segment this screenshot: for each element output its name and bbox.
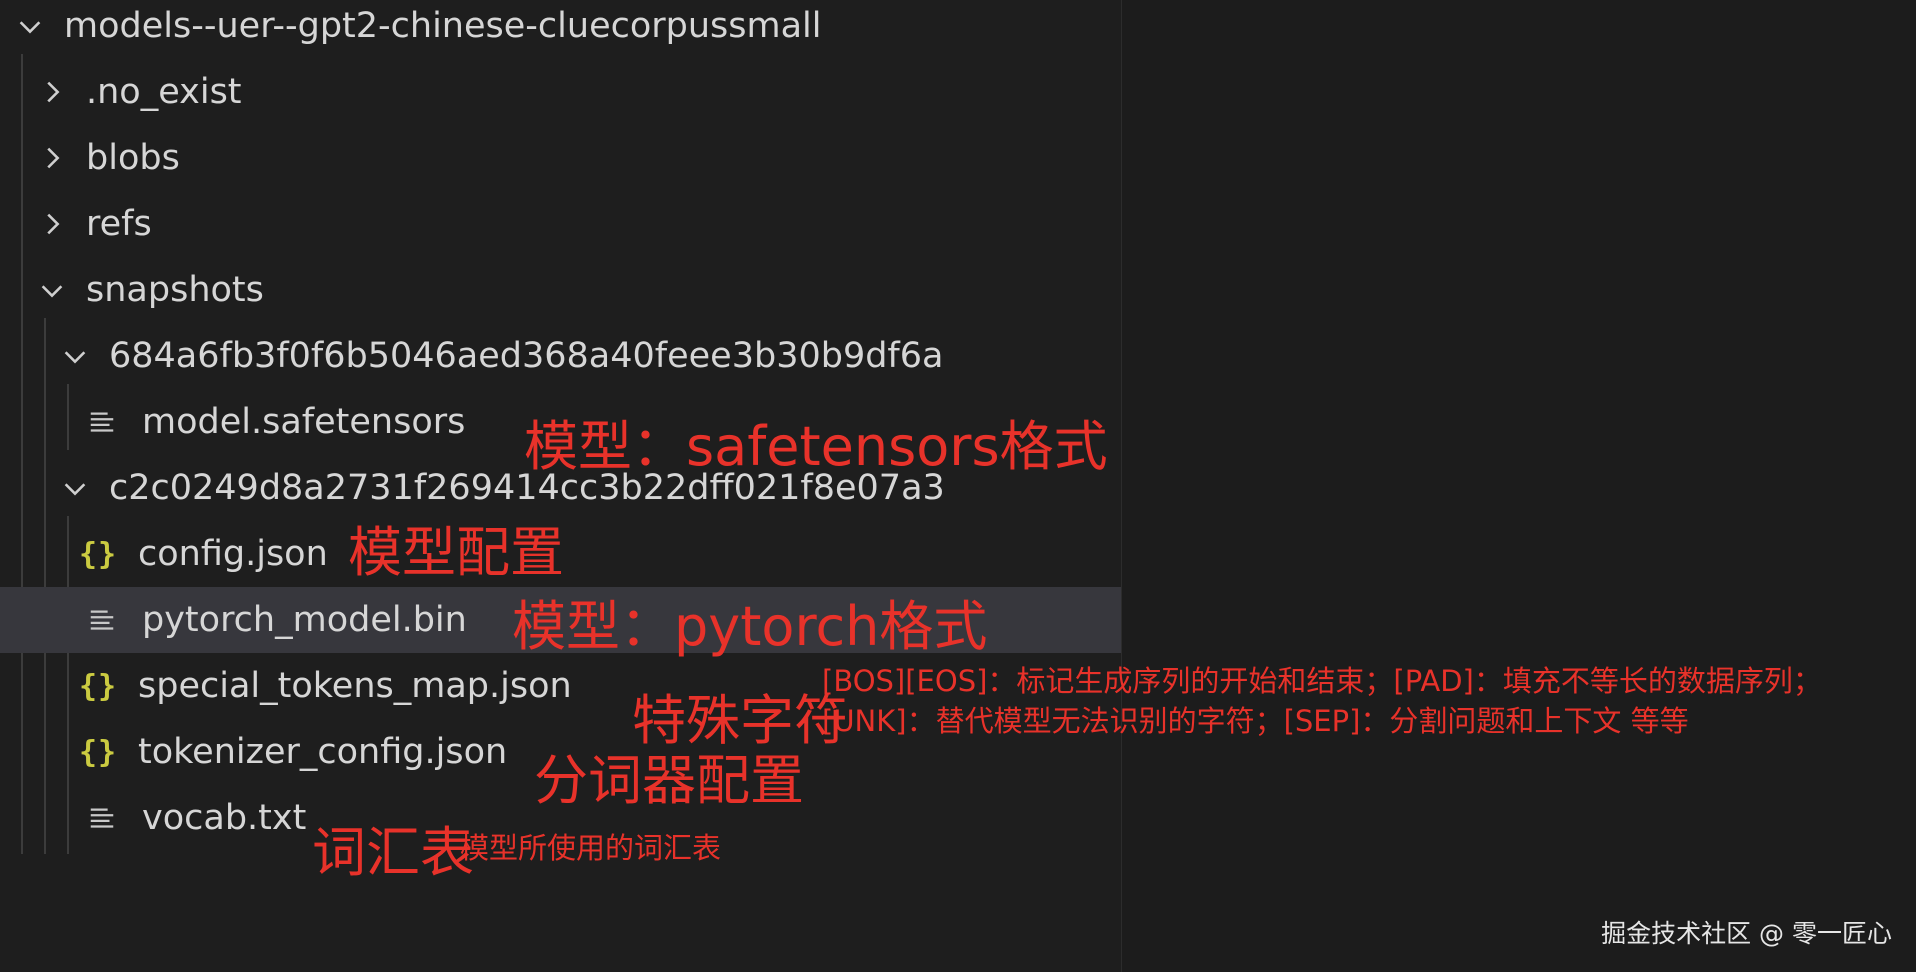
tree-folder-blobs[interactable]: blobs [0, 125, 1122, 191]
chevron-down-icon [12, 8, 48, 44]
text-file-icon [84, 800, 120, 836]
folder-label: refs [86, 204, 152, 244]
file-label: special_tokens_map.json [138, 666, 572, 706]
annotation-vocab-desc: 模型所使用的词汇表 [460, 831, 722, 865]
chevron-right-icon [34, 140, 70, 176]
json-braces-icon: {} [78, 668, 118, 704]
tree-folder-snapshot-1[interactable]: 684a6fb3f0f6b5046aed368a40feee3b30b9df6a [0, 323, 1122, 389]
chevron-right-icon [34, 206, 70, 242]
json-braces-icon: {} [78, 734, 118, 770]
folder-label: snapshots [86, 270, 264, 310]
editor-area [1122, 0, 1916, 972]
file-label: config.json [138, 534, 328, 574]
file-label: model.safetensors [142, 402, 466, 442]
file-label: tokenizer_config.json [138, 732, 508, 772]
folder-label: 684a6fb3f0f6b5046aed368a40feee3b30b9df6a [109, 336, 944, 376]
text-file-icon [84, 602, 120, 638]
folder-label: models--uer--gpt2-chinese-cluecorpussmal… [64, 6, 822, 46]
annotation-safetensors: 模型：safetensors格式 [524, 415, 1108, 478]
annotation-vocab: 词汇表 [312, 821, 474, 884]
annotation-config: 模型配置 [348, 521, 564, 584]
chevron-down-icon [34, 272, 70, 308]
annotation-special-desc-line1: [BOS][EOS]：标记生成序列的开始和结束；[PAD]：填充不等长的数据序列… [822, 664, 1822, 698]
chevron-right-icon [34, 74, 70, 110]
annotation-special-desc-line2: [UNK]：替代模型无法识别的字符；[SEP]：分割问题和上下文 等等 [822, 704, 1689, 738]
watermark-text: 掘金技术社区 @ 零一匠心 [1601, 919, 1892, 948]
file-label: pytorch_model.bin [142, 600, 467, 640]
folder-label: blobs [86, 138, 180, 178]
file-label: vocab.txt [142, 798, 307, 838]
chevron-down-icon [57, 470, 93, 506]
annotation-pytorch: 模型：pytorch格式 [512, 595, 988, 658]
folder-label: .no_exist [86, 72, 242, 112]
tree-folder-refs[interactable]: refs [0, 191, 1122, 257]
tree-folder-root[interactable]: models--uer--gpt2-chinese-cluecorpussmal… [0, 0, 1122, 59]
annotation-tokenizer: 分词器配置 [534, 749, 804, 812]
tree-folder-snapshots[interactable]: snapshots [0, 257, 1122, 323]
chevron-down-icon [57, 338, 93, 374]
json-braces-icon: {} [78, 536, 118, 572]
tree-folder-no-exist[interactable]: .no_exist [0, 59, 1122, 125]
text-file-icon [84, 404, 120, 440]
